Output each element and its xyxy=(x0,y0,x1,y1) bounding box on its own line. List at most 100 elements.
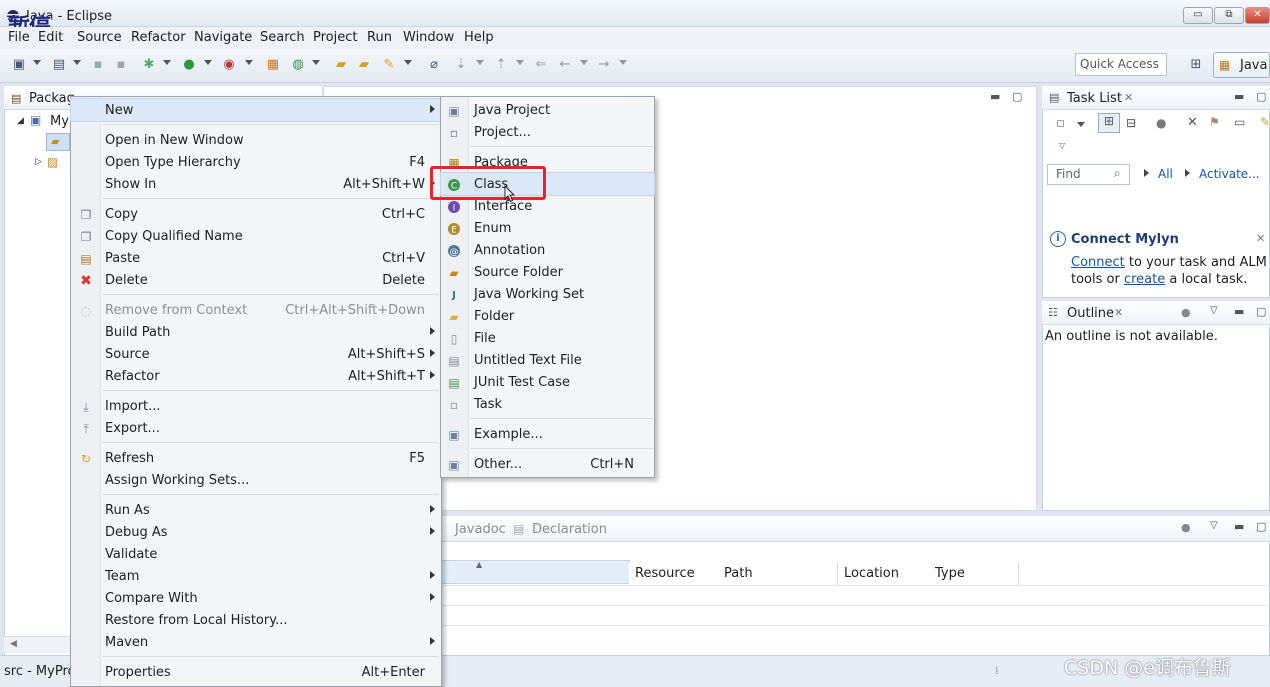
categorized-icon[interactable]: ⊞ xyxy=(1098,113,1120,133)
menu-validate[interactable]: Validate xyxy=(71,543,441,565)
submenu-other[interactable]: ▣ Other... Ctrl+N xyxy=(441,453,654,475)
debug-icon[interactable]: ✱ xyxy=(140,55,158,73)
next-annotation-icon[interactable]: ⇣ xyxy=(452,55,470,73)
minimize-icon[interactable]: ▬ xyxy=(1234,90,1244,103)
menu-delete[interactable]: ✖ Delete Delete xyxy=(71,269,441,291)
view-menu-icon[interactable]: ▽ xyxy=(1210,520,1218,531)
toggle-mark-icon[interactable]: ⌀ xyxy=(425,55,443,73)
view-menu-icon[interactable]: ▽ xyxy=(1210,305,1218,316)
menu-run-as[interactable]: Run As xyxy=(71,499,441,521)
menu-new[interactable]: New xyxy=(70,98,442,122)
resource-column-header[interactable]: Resource xyxy=(629,563,719,585)
dropdown-arrow-icon[interactable] xyxy=(204,60,212,65)
dropdown-arrow-icon[interactable] xyxy=(580,60,588,65)
submenu-enum[interactable]: E Enum xyxy=(441,217,654,239)
menu-restore-local-history[interactable]: Restore from Local History... xyxy=(71,609,441,631)
task-list-tab[interactable]: Task List xyxy=(1067,91,1122,106)
minimize-button[interactable]: ▭ xyxy=(1183,7,1213,24)
tree-item-project[interactable]: My xyxy=(50,114,69,129)
menu-run[interactable]: Run xyxy=(367,30,392,45)
menu-show-in[interactable]: Show In Alt+Shift+W xyxy=(71,173,441,195)
menu-help[interactable]: Help xyxy=(464,30,494,45)
tree-collapse-icon[interactable]: ▷ xyxy=(35,157,42,167)
submenu-annotation[interactable]: @ Annotation xyxy=(441,239,654,261)
menu-maven[interactable]: Maven xyxy=(71,631,441,653)
menu-debug-as[interactable]: Debug As xyxy=(71,521,441,543)
location-column-header[interactable]: Location xyxy=(838,563,930,585)
new-file-icon[interactable]: ▤ xyxy=(50,55,68,73)
collapse-all-icon[interactable]: ▭ xyxy=(1234,115,1245,129)
menu-search[interactable]: Search xyxy=(260,30,305,45)
tree-expand-icon[interactable]: ◢ xyxy=(17,116,24,126)
submenu-java-project[interactable]: ▣ Java Project xyxy=(441,99,654,121)
connect-link[interactable]: Connect xyxy=(1071,255,1125,270)
menu-import[interactable]: ⤓ Import... xyxy=(71,395,441,417)
minimize-icon[interactable]: ▬ xyxy=(1234,520,1244,533)
focus-icon[interactable]: ● xyxy=(1181,521,1191,534)
submenu-task[interactable]: ▫ Task xyxy=(441,393,654,415)
maximize-icon[interactable]: ▢ xyxy=(1256,305,1266,318)
dropdown-arrow-icon[interactable] xyxy=(619,60,627,65)
menu-team[interactable]: Team xyxy=(71,565,441,587)
more-icon[interactable]: ✎ xyxy=(1260,115,1270,129)
maximize-icon[interactable]: ▢ xyxy=(1256,90,1266,103)
open-task-icon[interactable]: ▰ xyxy=(355,55,373,73)
minimize-icon[interactable]: ▬ xyxy=(1234,305,1244,318)
menu-open-type-hierarchy[interactable]: Open Type Hierarchy F4 xyxy=(71,151,441,173)
menu-remove-from-context[interactable]: ◌ Remove from Context Ctrl+Alt+Shift+Down xyxy=(71,299,441,321)
submenu-folder[interactable]: ▰ Folder xyxy=(441,305,654,327)
prev-annotation-icon[interactable]: ⇡ xyxy=(492,55,510,73)
close-button[interactable]: ✕ xyxy=(1245,7,1270,24)
menu-paste[interactable]: ▤ Paste Ctrl+V xyxy=(71,247,441,269)
quick-access-input[interactable]: Quick Access xyxy=(1075,53,1167,76)
submenu-junit-test-case[interactable]: ▤ JUnit Test Case xyxy=(441,371,654,393)
type-column-header[interactable]: Type xyxy=(929,563,1019,585)
scheduled-icon[interactable]: ⊟ xyxy=(1126,116,1136,130)
menu-copy-qualified-name[interactable]: ❐ Copy Qualified Name xyxy=(71,225,441,247)
focus-icon[interactable]: ● xyxy=(1181,306,1191,319)
java-perspective-button[interactable]: ▦ Java xyxy=(1213,52,1270,78)
view-menu-icon[interactable]: ▽ xyxy=(1059,141,1065,150)
save-all-icon[interactable]: ▪ xyxy=(112,55,130,73)
save-icon[interactable]: ▪ xyxy=(89,55,107,73)
menu-project[interactable]: Project xyxy=(313,30,357,45)
javadoc-tab[interactable]: Javadoc xyxy=(455,522,506,537)
menu-export[interactable]: ⤒ Export... xyxy=(71,417,441,439)
dropdown-arrow-icon[interactable] xyxy=(33,60,41,65)
menu-source[interactable]: Source xyxy=(77,30,122,45)
run-icon[interactable]: ● xyxy=(180,55,198,73)
new-class-icon[interactable]: ◍ xyxy=(289,55,307,73)
forward-icon[interactable]: → xyxy=(595,55,613,73)
menu-properties[interactable]: Properties Alt+Enter xyxy=(71,661,441,683)
package-explorer-tab[interactable]: Packag xyxy=(29,91,75,106)
hide-completed-icon[interactable]: ✕ xyxy=(1187,115,1198,130)
menu-refactor[interactable]: Refactor Alt+Shift+T xyxy=(71,365,441,387)
menu-open-in-new-window[interactable]: Open in New Window xyxy=(71,129,441,151)
menu-refresh[interactable]: ↻ Refresh F5 xyxy=(71,447,441,469)
menu-source[interactable]: Source Alt+Shift+S xyxy=(71,343,441,365)
search-tool-icon[interactable]: ✎ xyxy=(380,55,398,73)
declaration-tab[interactable]: Declaration xyxy=(532,522,607,537)
editor-minimize-icon[interactable]: ▬ xyxy=(990,90,1000,103)
back-icon[interactable]: ← xyxy=(556,55,574,73)
focus-icon[interactable]: ● xyxy=(1156,116,1166,130)
menu-assign-working-sets[interactable]: Assign Working Sets... xyxy=(71,469,441,491)
new-task-icon[interactable]: ▫ xyxy=(1056,116,1065,131)
dropdown-arrow-icon[interactable] xyxy=(163,60,171,65)
close-mylyn-icon[interactable]: ✕ xyxy=(1256,232,1265,245)
menu-file[interactable]: File xyxy=(8,30,30,45)
new-java-project-icon[interactable]: ▦ xyxy=(264,55,282,73)
submenu-example[interactable]: ▣ Example... xyxy=(441,423,654,445)
external-tools-icon[interactable]: ◉ xyxy=(220,55,238,73)
dropdown-arrow-icon[interactable] xyxy=(312,60,320,65)
submenu-project[interactable]: ▫ Project... xyxy=(441,121,654,143)
scroll-left-icon[interactable]: ◀ xyxy=(10,639,17,649)
menu-copy[interactable]: ❐ Copy Ctrl+C xyxy=(71,203,441,225)
dropdown-arrow-icon[interactable] xyxy=(73,60,81,65)
activate-link[interactable]: Activate... xyxy=(1199,167,1260,181)
description-column-header[interactable] xyxy=(440,560,630,584)
menu-refactor[interactable]: Refactor xyxy=(131,30,186,45)
menu-compare-with[interactable]: Compare With xyxy=(71,587,441,609)
dropdown-arrow-icon[interactable] xyxy=(476,60,484,65)
last-edit-icon[interactable]: ⇐ xyxy=(532,55,550,73)
